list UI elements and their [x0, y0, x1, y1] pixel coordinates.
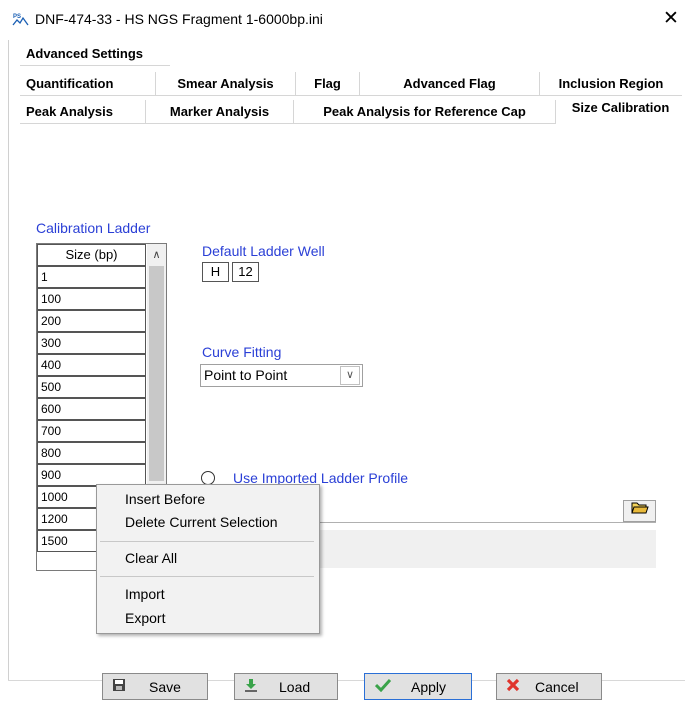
calibration-ladder-label: Calibration Ladder — [36, 220, 151, 236]
ladder-cell[interactable]: 600 — [37, 398, 146, 420]
curve-fitting-value: Point to Point — [204, 367, 288, 383]
ladder-cell[interactable]: 1 — [37, 266, 146, 288]
menu-item-clear-all[interactable]: Clear All — [125, 550, 177, 566]
menu-item-import[interactable]: Import — [125, 586, 165, 602]
ladder-cell[interactable]: 700 — [37, 420, 146, 442]
chevron-down-icon[interactable]: ∨ — [340, 366, 360, 385]
panel-left-border — [8, 40, 9, 680]
apply-button[interactable]: Apply — [364, 673, 472, 700]
app-icon: PS — [12, 12, 29, 27]
menu-separator — [100, 541, 314, 542]
save-label: Save — [149, 679, 181, 695]
curve-fitting-label: Curve Fitting — [202, 344, 282, 360]
menu-item-export[interactable]: Export — [125, 610, 165, 626]
window-title: DNF-474-33 - HS NGS Fragment 1-6000bp.in… — [35, 11, 323, 27]
checkmark-icon — [374, 678, 392, 694]
tab-marker-analysis[interactable]: Marker Analysis — [146, 100, 294, 124]
default-ladder-well-label: Default Ladder Well — [202, 243, 325, 259]
ladder-cell[interactable]: 500 — [37, 376, 146, 398]
folder-open-icon[interactable] — [623, 500, 656, 522]
save-icon — [111, 678, 127, 694]
ladder-cell[interactable]: 200 — [37, 310, 146, 332]
cancel-button[interactable]: Cancel — [496, 673, 602, 700]
tab-advanced-settings[interactable]: Advanced Settings — [20, 42, 170, 66]
ladder-well-column-field[interactable]: 12 — [232, 262, 259, 282]
tab-inclusion-region[interactable]: Inclusion Region — [540, 72, 682, 96]
ladder-cell[interactable]: 100 — [37, 288, 146, 310]
ladder-cell[interactable]: 800 — [37, 442, 146, 464]
ladder-well-row-field[interactable]: H — [202, 262, 229, 282]
load-label: Load — [279, 679, 311, 695]
save-button[interactable]: Save — [102, 673, 208, 700]
apply-label: Apply — [411, 679, 447, 695]
use-imported-profile-radio[interactable] — [201, 471, 215, 485]
menu-separator — [100, 576, 314, 577]
tab-advanced-flag[interactable]: Advanced Flag — [360, 72, 540, 96]
ladder-column-header[interactable]: Size (bp) — [37, 244, 146, 266]
tab-peak-analysis-reference-cap[interactable]: Peak Analysis for Reference Cap — [294, 100, 556, 124]
scroll-up-arrow-icon[interactable]: ∧ — [147, 244, 166, 266]
tab-quantification[interactable]: Quantification — [20, 72, 156, 96]
download-icon — [243, 678, 259, 694]
tab-smear-analysis[interactable]: Smear Analysis — [156, 72, 296, 96]
menu-item-delete-current-selection[interactable]: Delete Current Selection — [125, 514, 278, 530]
tab-peak-analysis[interactable]: Peak Analysis — [20, 100, 146, 124]
cancel-label: Cancel — [535, 679, 579, 695]
ladder-cell[interactable]: 300 — [37, 332, 146, 354]
scroll-thumb[interactable] — [149, 266, 164, 481]
ladder-cell[interactable]: 900 — [37, 464, 146, 486]
menu-item-insert-before[interactable]: Insert Before — [125, 491, 205, 507]
cancel-x-icon — [505, 678, 521, 694]
profile-preview-area — [320, 530, 656, 568]
tab-flag[interactable]: Flag — [296, 72, 360, 96]
load-button[interactable]: Load — [234, 673, 338, 700]
tab-size-calibration[interactable]: Size Calibration — [556, 96, 685, 120]
close-button[interactable]: ✕ — [660, 8, 682, 30]
ladder-cell[interactable]: 400 — [37, 354, 146, 376]
